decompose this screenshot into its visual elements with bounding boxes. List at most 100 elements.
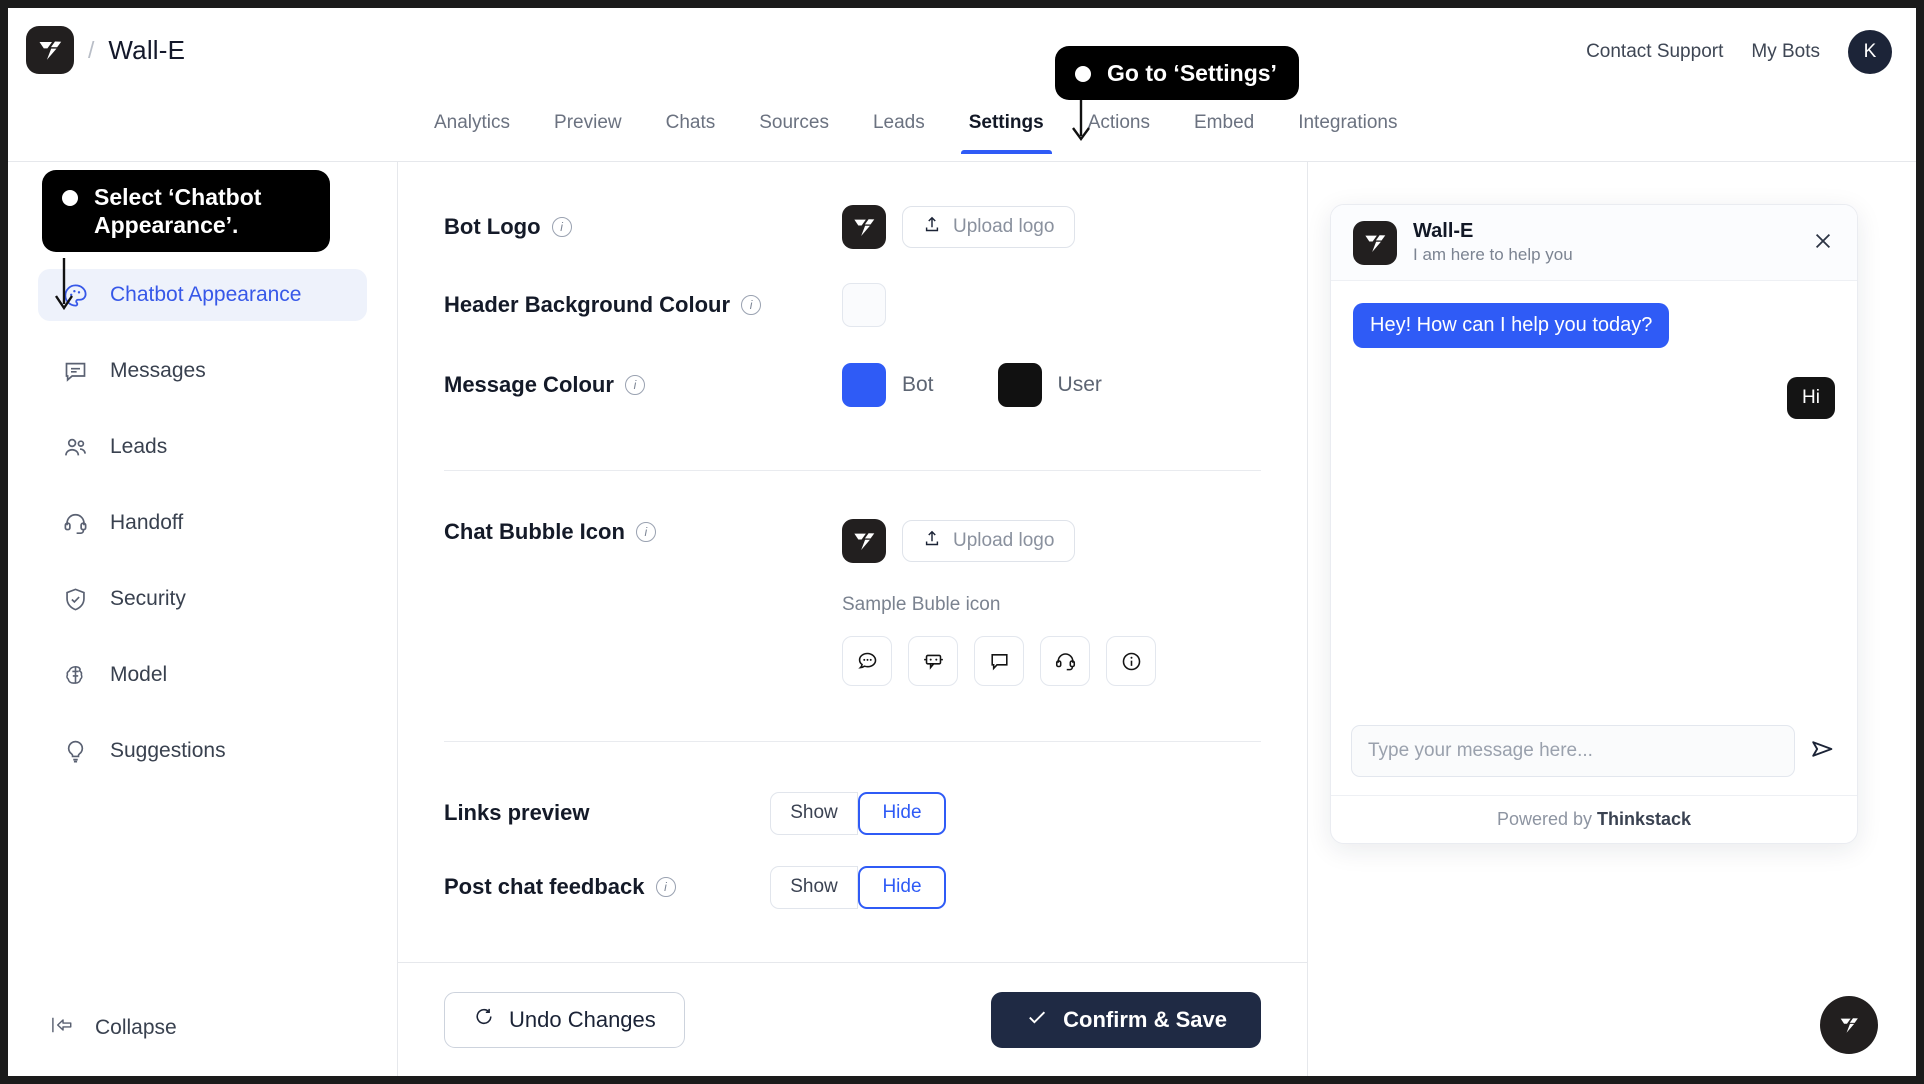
upload-chat-bubble-icon-button[interactable]: Upload logo	[902, 520, 1076, 562]
sidebar-item-messages[interactable]: Messages	[38, 345, 367, 397]
header-bg-controls	[842, 283, 886, 327]
collapse-label: Collapse	[95, 1016, 177, 1039]
info-icon[interactable]: i	[741, 295, 762, 315]
chat-widget-messages: Hey! How can I help you today? Hi	[1331, 281, 1857, 709]
user-message-bubble: Hi	[1787, 377, 1835, 419]
links-preview-show-option[interactable]: Show	[770, 791, 858, 835]
upload-bot-logo-label: Upload logo	[953, 216, 1055, 237]
tab-analytics[interactable]: Analytics	[412, 100, 532, 153]
coach-arrow-sidebar	[55, 258, 73, 311]
info-icon[interactable]: i	[624, 375, 645, 395]
thinkstack-logo-icon	[1830, 1006, 1868, 1044]
sidebar-item-suggestions[interactable]: Suggestions	[38, 725, 367, 777]
sidebar-item-security[interactable]: Security	[38, 573, 367, 625]
sidebar-item-model[interactable]: Model	[38, 649, 367, 701]
sidebar-item-label: Model	[110, 663, 168, 686]
bot-color-label: Bot	[902, 373, 934, 396]
close-icon[interactable]	[1811, 229, 1835, 257]
coach-mark-sidebar-text: Select ‘Chatbot Appearance’.	[94, 184, 262, 239]
section-divider	[444, 741, 1261, 742]
row-sample-bubble-label: Sample Buble icon	[444, 587, 1261, 623]
user-color-label: User	[1057, 373, 1102, 396]
breadcrumb-separator: /	[88, 36, 95, 63]
sidebar-items: Chatbot Appearance Messages Leads Handof…	[8, 269, 397, 777]
app-window: / Wall-E Contact Support My Bots K Analy…	[8, 8, 1916, 1076]
post-chat-feedback-toggle: Show Hide	[770, 865, 946, 909]
contact-support-link[interactable]: Contact Support	[1586, 41, 1723, 63]
undo-changes-button[interactable]: Undo Changes	[444, 991, 685, 1048]
chatbot-appearance-panel: Bot Logo i Upload logo Header Background…	[398, 162, 1308, 1076]
robot-chat-icon[interactable]	[908, 636, 958, 686]
chat-widget-input-row: Type your message here...	[1331, 709, 1857, 795]
chat-launcher-button[interactable]	[1820, 996, 1878, 1054]
row-bot-logo: Bot Logo i Upload logo	[444, 188, 1261, 266]
header-bg-color-swatch[interactable]	[842, 283, 886, 327]
lightbulb-icon	[60, 738, 90, 765]
row-message-colour: Message Colour i Bot User	[444, 344, 1261, 426]
bot-logo-label: Bot Logo	[444, 214, 541, 239]
user-message-color-swatch[interactable]	[997, 363, 1042, 407]
chat-bubble-icon-label: Chat Bubble Icon	[444, 519, 625, 544]
shield-check-icon	[60, 586, 90, 613]
thinkstack-logo-icon	[842, 205, 886, 249]
row-chat-bubble-icon: Chat Bubble Icon i Upload logo	[444, 491, 1261, 587]
chat-widget-footer: Powered by Thinkstack	[1331, 795, 1857, 843]
confirm-save-label: Confirm & Save	[1063, 1006, 1227, 1032]
headset-icon	[60, 510, 90, 537]
sidebar-item-handoff[interactable]: Handoff	[38, 497, 367, 549]
post-chat-feedback-show-option[interactable]: Show	[770, 865, 858, 909]
chat-message-input[interactable]: Type your message here...	[1351, 725, 1795, 777]
info-icon[interactable]: i	[655, 877, 676, 897]
send-icon[interactable]	[1809, 735, 1837, 768]
tab-embed[interactable]: Embed	[1172, 100, 1276, 153]
appearance-form: Bot Logo i Upload logo Header Background…	[398, 162, 1307, 962]
message-icon	[60, 358, 90, 385]
panel-footer: Undo Changes Confirm & Save	[398, 962, 1307, 1076]
sidebar-item-label: Handoff	[110, 511, 184, 534]
coach-dot-icon	[1075, 66, 1091, 82]
undo-changes-label: Undo Changes	[509, 1006, 656, 1032]
bot-message-color-swatch[interactable]	[842, 363, 886, 407]
tab-settings[interactable]: Settings	[947, 100, 1066, 154]
chat-widget-preview: Wall-E I am here to help you Hey! How ca…	[1330, 204, 1858, 844]
confirm-save-button[interactable]: Confirm & Save	[991, 991, 1261, 1048]
row-sample-bubble-icons	[444, 623, 1261, 699]
upload-bot-logo-button[interactable]: Upload logo	[902, 206, 1076, 248]
headset-icon[interactable]	[1040, 636, 1090, 686]
section-divider	[444, 470, 1261, 471]
row-links-preview: Links preview Show Hide	[444, 776, 1261, 850]
thinkstack-logo-icon	[1353, 220, 1397, 265]
info-icon[interactable]: i	[635, 522, 656, 542]
chat-dots-icon[interactable]	[842, 636, 892, 686]
collapse-left-icon	[50, 1014, 77, 1042]
chat-bubble-label-group: Chat Bubble Icon i	[444, 519, 842, 545]
thinkstack-logo-icon[interactable]	[26, 26, 74, 74]
info-icon[interactable]: i	[551, 217, 572, 237]
tab-leads[interactable]: Leads	[851, 100, 947, 153]
post-chat-feedback-hide-option[interactable]: Hide	[858, 865, 946, 909]
tab-sources[interactable]: Sources	[737, 100, 851, 153]
topbar-actions: Contact Support My Bots K	[1586, 30, 1892, 74]
upload-chat-bubble-label: Upload logo	[953, 530, 1055, 551]
users-icon	[60, 434, 90, 461]
my-bots-link[interactable]: My Bots	[1751, 41, 1820, 63]
sidebar-item-leads[interactable]: Leads	[38, 421, 367, 473]
sidebar-item-label: Leads	[110, 435, 168, 458]
avatar[interactable]: K	[1848, 30, 1892, 74]
top-bar: / Wall-E Contact Support My Bots K	[8, 8, 1916, 100]
tab-chats[interactable]: Chats	[644, 100, 738, 153]
links-preview-label: Links preview	[444, 800, 590, 825]
coach-arrow-settings	[1072, 94, 1090, 142]
avatar-initial: K	[1863, 41, 1877, 62]
speech-bubble-icon[interactable]	[974, 636, 1024, 686]
tab-integrations[interactable]: Integrations	[1276, 100, 1419, 153]
bot-name-breadcrumb[interactable]: Wall-E	[108, 35, 185, 66]
links-preview-hide-option[interactable]: Hide	[858, 791, 946, 835]
upload-icon	[923, 215, 941, 240]
sidebar-item-chatbot-appearance[interactable]: Chatbot Appearance	[38, 269, 367, 321]
coach-mark-sidebar: Select ‘Chatbot Appearance’.	[42, 170, 330, 253]
collapse-sidebar-button[interactable]: Collapse	[50, 1014, 177, 1042]
info-circle-icon[interactable]	[1106, 636, 1156, 686]
chat-widget-header: Wall-E I am here to help you	[1331, 205, 1857, 281]
tab-preview[interactable]: Preview	[532, 100, 644, 153]
